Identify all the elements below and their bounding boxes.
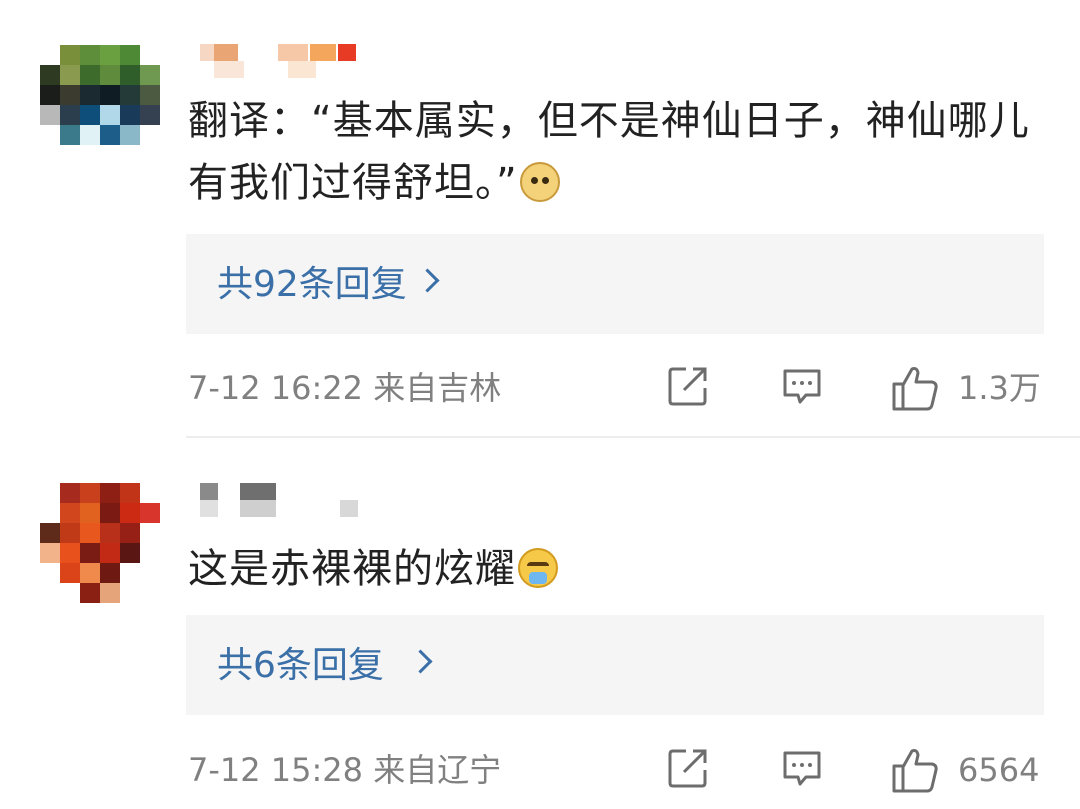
comment-text: 翻译：“基本属实，但不是神仙日子，神仙哪儿有我们过得舒坦。” <box>188 98 1030 206</box>
avatar[interactable] <box>40 483 160 603</box>
share-icon[interactable] <box>666 746 710 790</box>
comment-meta: 7-12 16:22 来自吉林 <box>188 366 501 410</box>
chevron-right-icon <box>415 268 440 293</box>
like-count: 1.3万 <box>958 369 1041 407</box>
comment-text: 这是赤裸裸的炫耀 <box>188 538 1038 600</box>
comment-item: 这是赤裸裸的炫耀 共6条回复 7-12 15:28 来自辽宁 6564 <box>0 438 1080 809</box>
replies-link[interactable]: 共6条回复 <box>217 644 384 688</box>
crying-emoji <box>518 548 558 588</box>
share-icon[interactable] <box>666 364 710 408</box>
replies-panel[interactable]: 共6条回复 <box>186 615 1044 715</box>
comment-icon[interactable] <box>780 746 824 790</box>
doge-emoji <box>519 162 560 202</box>
avatar[interactable] <box>40 25 160 145</box>
thumbs-up-icon <box>892 749 938 793</box>
timestamp: 7-12 15:28 <box>188 751 364 789</box>
thumbs-up-icon <box>892 367 938 411</box>
comment-meta: 7-12 15:28 来自辽宁 <box>188 748 501 792</box>
replies-panel[interactable]: 共92条回复 <box>186 234 1044 334</box>
like-count: 6564 <box>958 751 1040 789</box>
replies-link[interactable]: 共92条回复 <box>217 263 407 307</box>
location: 来自吉林 <box>373 369 502 407</box>
chevron-right-icon <box>408 649 433 674</box>
location: 来自辽宁 <box>373 751 502 789</box>
comment-icon[interactable] <box>780 364 824 408</box>
comment-item: 翻译：“基本属实，但不是神仙日子，神仙哪儿有我们过得舒坦。” 共92条回复 7-… <box>0 0 1080 438</box>
timestamp: 7-12 16:22 <box>188 369 364 407</box>
